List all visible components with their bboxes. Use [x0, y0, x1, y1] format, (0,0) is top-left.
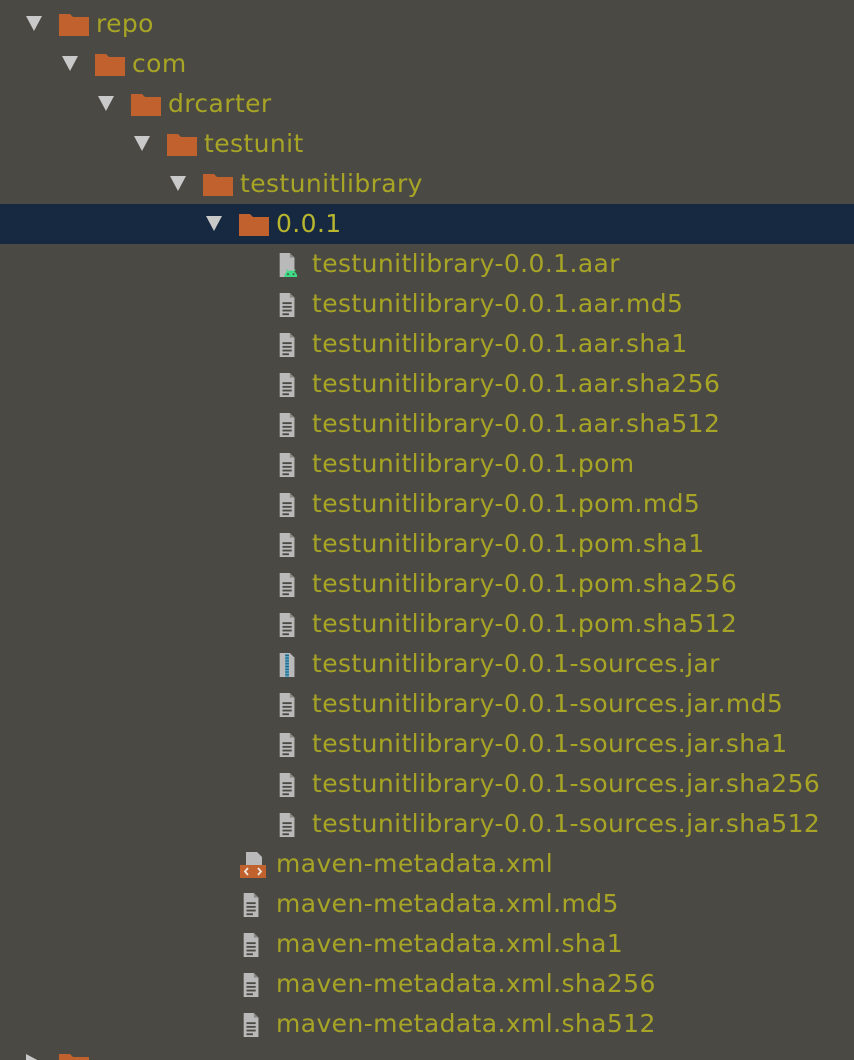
tree-file-label: testunitlibrary-0.0.1.pom.sha256 [312, 569, 738, 598]
tree-file-label: maven-metadata.xml.sha256 [276, 969, 656, 998]
text-file-icon [279, 693, 295, 717]
tree-file-label: testunitlibrary-0.0.1.pom.sha512 [312, 609, 738, 638]
text-file-icon [243, 1013, 259, 1037]
tree-folder-label: com [132, 49, 187, 78]
chevron-right-icon[interactable] [26, 1054, 41, 1060]
text-file-icon [279, 573, 295, 597]
tree-file-label: testunitlibrary-0.0.1.pom [312, 449, 635, 478]
tree-file[interactable]: maven-metadata.xml.md5 [0, 884, 854, 924]
folder-icon [59, 1054, 89, 1060]
text-file-icon [279, 613, 295, 637]
text-file-icon [279, 453, 295, 477]
tree-file-label: testunitlibrary-0.0.1.pom.sha1 [312, 529, 705, 558]
tree-file-label: testunitlibrary-0.0.1-sources.jar.sha1 [312, 729, 788, 758]
xml-file-icon [240, 852, 266, 878]
project-tree: repo com drcarter testunit testunitlibra… [0, 0, 854, 1060]
tree-file-label: testunitlibrary-0.0.1-sources.jar.md5 [312, 689, 784, 718]
text-file-icon [279, 813, 295, 837]
tree-file-label: maven-metadata.xml.md5 [276, 889, 619, 918]
tree-file[interactable]: testunitlibrary-0.0.1-sources.jar.sha1 [0, 724, 854, 764]
tree-file[interactable]: testunitlibrary-0.0.1.aar.md5 [0, 284, 854, 324]
tree-file[interactable]: testunitlibrary-0.0.1.pom.sha512 [0, 604, 854, 644]
text-file-icon [279, 413, 295, 437]
archive-file-icon [279, 653, 295, 677]
text-file-icon [279, 533, 295, 557]
chevron-down-icon[interactable] [62, 56, 78, 71]
chevron-down-icon[interactable] [170, 176, 186, 191]
tree-folder-0-0-1[interactable]: 0.0.1 [0, 204, 854, 244]
tree-folder-label: testunitlibrary [240, 169, 423, 198]
chevron-down-icon[interactable] [134, 136, 150, 151]
tree-file[interactable]: testunitlibrary-0.0.1.aar.sha256 [0, 364, 854, 404]
text-file-icon [279, 773, 295, 797]
tree-file-label: testunitlibrary-0.0.1-sources.jar.sha256 [312, 769, 821, 798]
tree-folder-testunitlibrary[interactable]: testunitlibrary [0, 164, 854, 204]
folder-icon [167, 134, 197, 156]
tree-file-label: testunitlibrary-0.0.1-sources.jar.sha512 [312, 809, 821, 838]
tree-file-label: maven-metadata.xml.sha512 [276, 1009, 656, 1038]
tree-file[interactable]: testunitlibrary-0.0.1.aar [0, 244, 854, 284]
text-file-icon [279, 373, 295, 397]
chevron-down-icon[interactable] [206, 216, 222, 231]
tree-file[interactable]: testunitlibrary-0.0.1.pom.sha256 [0, 564, 854, 604]
tree-file[interactable]: testunitlibrary-0.0.1.pom.md5 [0, 484, 854, 524]
tree-file[interactable]: testunitlibrary-0.0.1-sources.jar.sha256 [0, 764, 854, 804]
tree-file-label: maven-metadata.xml [276, 849, 554, 878]
tree-folder-label: repo [96, 9, 154, 38]
tree-file-label: maven-metadata.xml.sha1 [276, 929, 624, 958]
tree-file[interactable]: maven-metadata.xml [0, 844, 854, 884]
folder-icon [95, 54, 125, 76]
tree-file[interactable]: testunitlibrary-0.0.1.pom [0, 444, 854, 484]
tree-folder-com[interactable]: com [0, 44, 854, 84]
tree-file-label: testunitlibrary-0.0.1-sources.jar [312, 649, 720, 678]
tree-file-label: testunitlibrary-0.0.1.aar.sha1 [312, 329, 688, 358]
tree-folder-testunit[interactable]: testunit [0, 124, 854, 164]
tree-file[interactable]: testunitlibrary-0.0.1-sources.jar.md5 [0, 684, 854, 724]
tree-folder-drcarter[interactable]: drcarter [0, 84, 854, 124]
folder-icon [203, 174, 233, 196]
tree-file[interactable]: testunitlibrary-0.0.1.pom.sha1 [0, 524, 854, 564]
android-archive-icon [279, 253, 298, 277]
folder-icon [59, 14, 89, 36]
tree-file-label: testunitlibrary-0.0.1.aar.sha256 [312, 369, 721, 398]
tree-folder-repo[interactable]: repo [0, 4, 854, 44]
chevron-down-icon[interactable] [26, 16, 42, 31]
folder-icon [239, 214, 269, 236]
tree-file-label: testunitlibrary-0.0.1.aar.md5 [312, 289, 684, 318]
tree-folder-label: drcarter [168, 89, 272, 118]
text-file-icon [279, 733, 295, 757]
chevron-down-icon[interactable] [98, 96, 114, 111]
text-file-icon [279, 493, 295, 517]
tree-file-label: testunitlibrary-0.0.1.aar.sha512 [312, 409, 721, 438]
text-file-icon [243, 973, 259, 997]
tree-folder-label: testunit [204, 129, 304, 158]
text-file-icon [279, 333, 295, 357]
tree-file[interactable]: maven-metadata.xml.sha1 [0, 924, 854, 964]
folder-icon [131, 94, 161, 116]
text-file-icon [279, 293, 295, 317]
tree-file[interactable]: testunitlibrary-0.0.1-sources.jar [0, 644, 854, 684]
tree-file[interactable]: testunitlibrary-0.0.1.aar.sha512 [0, 404, 854, 444]
tree-file[interactable]: maven-metadata.xml.sha512 [0, 1004, 854, 1044]
text-file-icon [243, 893, 259, 917]
tree-file-label: testunitlibrary-0.0.1.aar [312, 249, 620, 278]
tree-folder-label: 0.0.1 [276, 209, 342, 238]
tree-file-label: testunitlibrary-0.0.1.pom.md5 [312, 489, 701, 518]
tree-folder-collapsed[interactable] [0, 1044, 854, 1060]
tree-file[interactable]: maven-metadata.xml.sha256 [0, 964, 854, 1004]
tree-file[interactable]: testunitlibrary-0.0.1-sources.jar.sha512 [0, 804, 854, 844]
tree-file[interactable]: testunitlibrary-0.0.1.aar.sha1 [0, 324, 854, 364]
text-file-icon [243, 933, 259, 957]
